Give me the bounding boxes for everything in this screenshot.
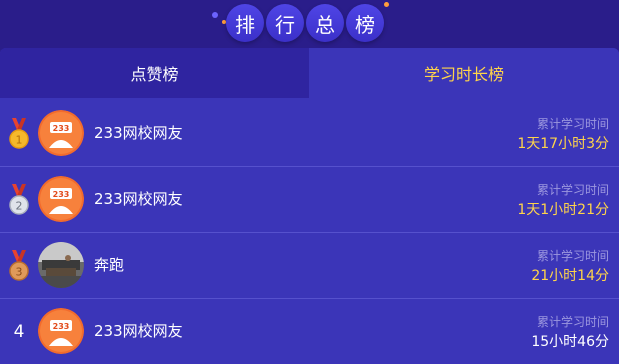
svg-text:2: 2: [16, 200, 23, 213]
stat-value: 21小时14分: [531, 268, 609, 284]
avatar: 233: [38, 176, 84, 222]
list-item[interactable]: 2 233 233网校网友 累计学习时间 1天1小时21分: [0, 166, 619, 233]
title-char: 排: [235, 12, 257, 37]
stat-label: 累计学习时间: [536, 249, 609, 263]
svg-text:1: 1: [16, 134, 23, 147]
tab-study-time[interactable]: 学习时长榜: [309, 48, 619, 98]
user-name: 233网校网友: [94, 124, 183, 142]
stat-value: 1天17小时3分: [517, 136, 609, 152]
leaderboard-panel: 点赞榜 学习时长榜 1 233 233网校网友 累计学习时间 1天17小时3分: [0, 48, 619, 364]
medal-icon: 1: [6, 118, 32, 150]
stat-label: 累计学习时间: [536, 117, 609, 131]
list-item[interactable]: 4 233 233网校网友 累计学习时间 15小时46分: [0, 298, 619, 364]
svg-text:233: 233: [53, 322, 70, 331]
tab-likes[interactable]: 点赞榜: [0, 48, 309, 98]
user-name: 奔跑: [94, 256, 125, 274]
user-name: 233网校网友: [94, 322, 183, 340]
list-item[interactable]: 1 233 233网校网友 累计学习时间 1天17小时3分: [0, 100, 619, 167]
medal-icon: 3: [6, 250, 32, 282]
user-name: 233网校网友: [94, 190, 183, 208]
title-char: 总: [315, 12, 337, 37]
svg-text:233: 233: [53, 124, 70, 133]
avatar: 233: [38, 110, 84, 156]
title-char: 榜: [355, 12, 377, 37]
stat-label: 累计学习时间: [536, 315, 609, 329]
list-item[interactable]: 3 奔跑 累计学习时间 21小时14分: [0, 232, 619, 299]
tab-bar: 点赞榜 学习时长榜: [0, 48, 619, 98]
svg-text:233: 233: [53, 190, 70, 199]
stat-value: 1天1小时21分: [517, 202, 609, 218]
page-title: 排 行 总 榜: [226, 4, 386, 42]
medal-icon: 2: [6, 184, 32, 216]
stat-value: 15小时46分: [531, 334, 609, 350]
avatar: 233: [38, 308, 84, 354]
title-char: 行: [275, 12, 297, 37]
stat-label: 累计学习时间: [536, 183, 609, 197]
svg-text:3: 3: [16, 266, 23, 279]
rank-number: 4: [13, 322, 25, 342]
decor-dot: [212, 12, 218, 18]
avatar: [38, 242, 84, 288]
